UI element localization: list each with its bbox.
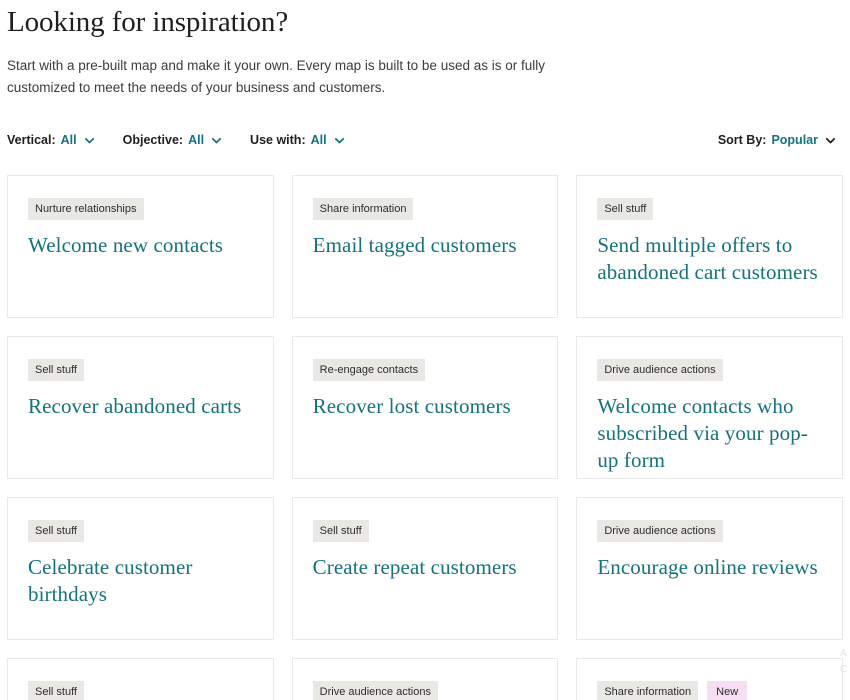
card-title: Send multiple offers to abandoned cart c… xyxy=(597,233,818,284)
template-card[interactable]: Re-engage contacts Recover lost customer… xyxy=(291,336,559,479)
sort-by-value: Popular xyxy=(771,133,818,147)
card-category-tag: Sell stuff xyxy=(28,520,84,542)
card-title: Email tagged customers xyxy=(312,233,517,257)
template-card[interactable]: Sell stuff xyxy=(7,658,274,700)
card-category-tag: Re-engage contacts xyxy=(312,359,426,381)
template-card[interactable]: Sell stuff Create repeat customers xyxy=(291,497,559,640)
card-category-tag: Share information xyxy=(597,681,699,700)
card-title: Encourage online reviews xyxy=(597,555,818,579)
template-card[interactable]: Drive audience actions xyxy=(291,658,559,700)
filter-use-with-label: Use with: xyxy=(250,133,306,147)
card-category-tag: Sell stuff xyxy=(28,681,84,700)
chevron-down-icon[interactable] xyxy=(211,135,222,146)
card-category-tag: Sell stuff xyxy=(312,520,369,542)
chevron-down-icon[interactable] xyxy=(334,135,345,146)
sort-by-control-wrapper: Sort By: Popular xyxy=(718,131,843,149)
card-tag-list: Drive audience actions xyxy=(597,520,822,542)
chevron-down-icon[interactable] xyxy=(825,135,836,146)
filter-objective[interactable]: Objective: All xyxy=(123,132,222,148)
card-tag-list: Drive audience actions xyxy=(312,681,538,700)
card-tag-list: Sell stuff xyxy=(28,359,253,381)
template-card[interactable]: Share information Email tagged customers xyxy=(291,175,559,318)
card-title: Recover abandoned carts xyxy=(28,394,242,418)
page-subtitle: Start with a pre-built map and make it y… xyxy=(7,58,545,95)
new-badge: New xyxy=(707,681,748,700)
template-card[interactable]: Drive audience actions Welcome contacts … xyxy=(576,336,843,479)
card-category-tag: Share information xyxy=(312,198,414,220)
filter-vertical-value: All xyxy=(60,133,77,147)
filter-objective-label: Objective: xyxy=(122,133,184,147)
template-card[interactable]: Nurture relationships Welcome new contac… xyxy=(7,175,274,318)
card-title: Welcome new contacts xyxy=(28,233,224,257)
card-title: Welcome contacts who subscribed via your… xyxy=(597,394,808,472)
card-tag-list: Sell stuff xyxy=(312,520,538,542)
filter-use-with[interactable]: Use with: All xyxy=(250,132,345,148)
template-card[interactable]: Sell stuff Send multiple offers to aband… xyxy=(576,175,843,318)
card-tag-list: Sell stuff xyxy=(28,520,253,542)
template-card[interactable]: Drive audience actions Encourage online … xyxy=(576,497,843,640)
sort-by-control[interactable]: Sort By: Popular xyxy=(718,132,836,148)
card-tag-list: Share information xyxy=(312,198,538,220)
page-title: Looking for inspiration? xyxy=(7,6,289,38)
chevron-down-icon[interactable] xyxy=(84,135,95,146)
card-title: Celebrate customer birthdays xyxy=(28,555,193,606)
inspiration-page: Looking for inspiration? Start with a pr… xyxy=(0,0,850,700)
card-category-tag: Sell stuff xyxy=(28,359,84,381)
template-card[interactable]: Share information New xyxy=(576,658,843,700)
filter-group: Vertical: All Objective: All Use with: A… xyxy=(7,132,345,148)
card-tag-list: Sell stuff xyxy=(28,681,253,700)
card-tag-list: Share information New xyxy=(597,681,822,700)
filter-bar: Vertical: All Objective: All Use with: A… xyxy=(7,129,843,151)
card-title: Create repeat customers xyxy=(312,555,517,579)
card-category-tag: Drive audience actions xyxy=(597,520,723,542)
card-tag-list: Nurture relationships xyxy=(28,198,253,220)
filter-objective-value: All xyxy=(188,133,205,147)
filter-vertical[interactable]: Vertical: All xyxy=(7,132,95,148)
template-card[interactable]: Sell stuff Recover abandoned carts xyxy=(7,336,274,479)
template-card[interactable]: Sell stuff Celebrate customer birthdays xyxy=(7,497,274,640)
sort-by-label: Sort By: xyxy=(717,133,767,147)
card-tag-list: Drive audience actions xyxy=(597,359,822,381)
intro-section: Looking for inspiration? Start with a pr… xyxy=(7,0,843,99)
card-category-tag: Nurture relationships xyxy=(28,198,144,220)
card-category-tag: Drive audience actions xyxy=(312,681,438,700)
card-category-tag: Drive audience actions xyxy=(597,359,723,381)
card-tag-list: Re-engage contacts xyxy=(312,359,538,381)
card-category-tag: Sell stuff xyxy=(597,198,654,220)
card-tag-list: Sell stuff xyxy=(597,198,822,220)
card-title: Recover lost customers xyxy=(312,394,511,418)
filter-vertical-label: Vertical: xyxy=(7,133,56,147)
template-card-grid: Nurture relationships Welcome new contac… xyxy=(7,175,843,700)
filter-use-with-value: All xyxy=(310,133,327,147)
